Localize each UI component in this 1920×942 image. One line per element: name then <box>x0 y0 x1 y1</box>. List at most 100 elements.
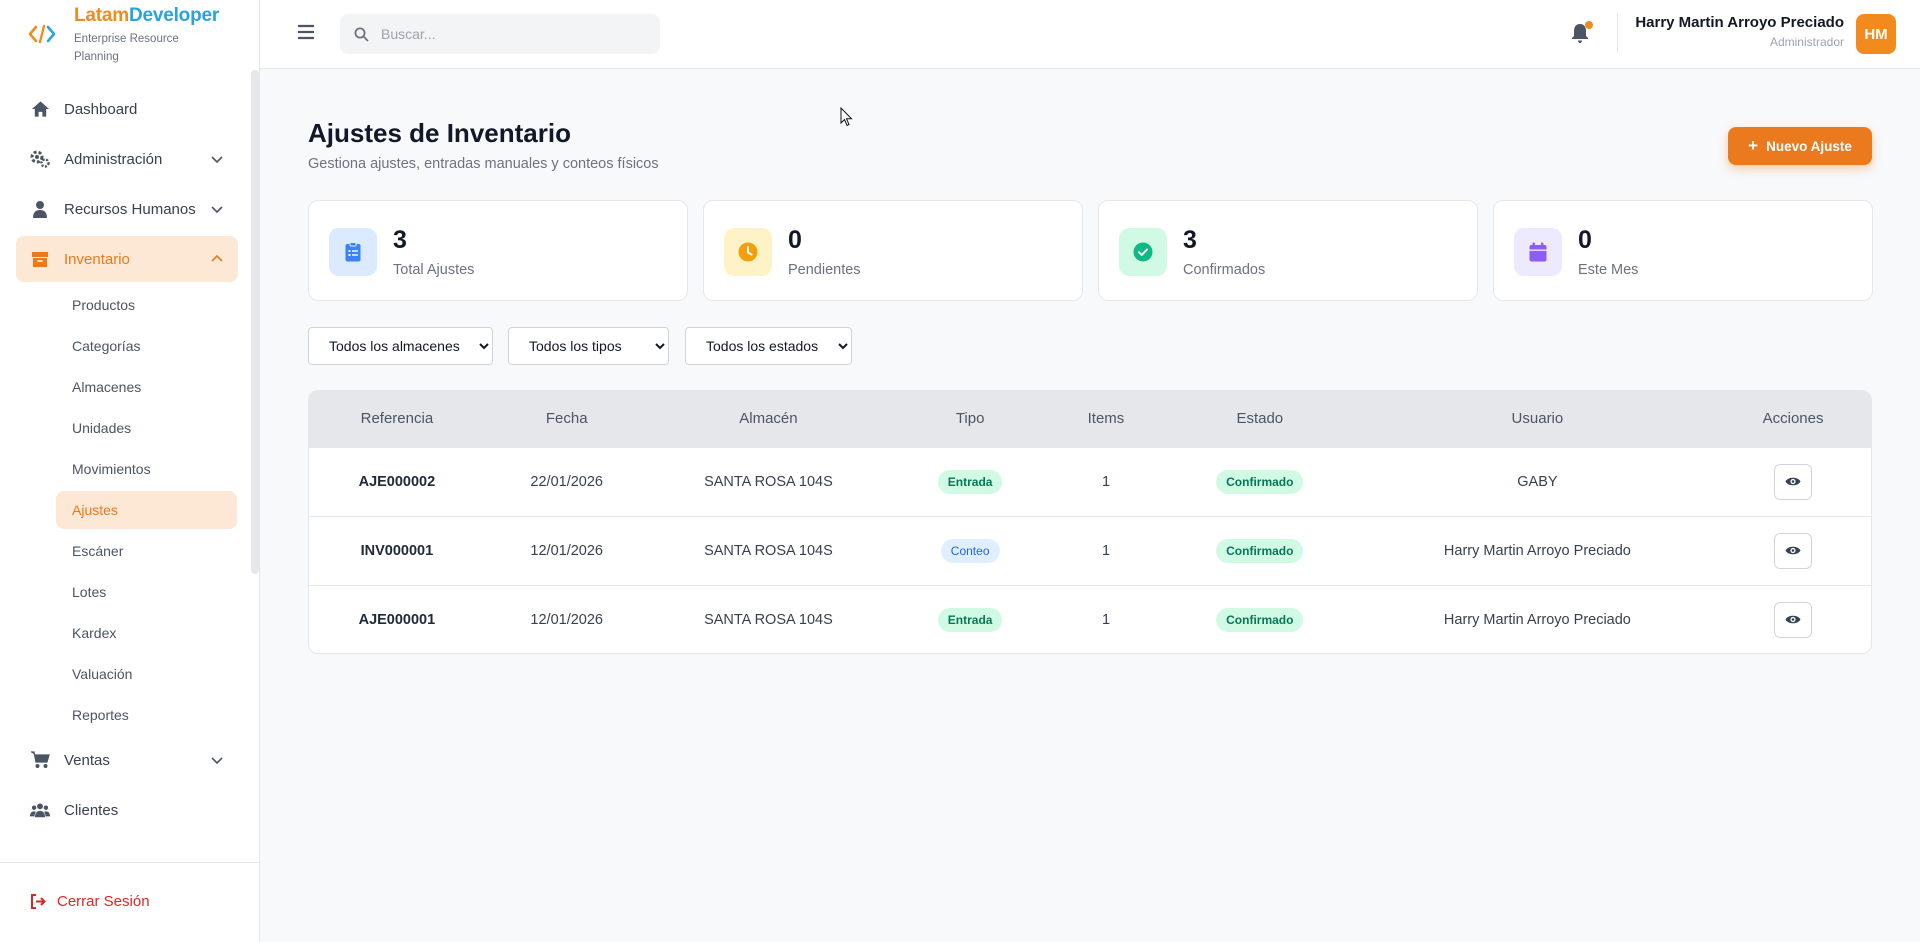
box-icon <box>30 249 50 269</box>
avatar[interactable]: HM <box>1856 14 1896 54</box>
clipboard-list-icon <box>329 228 377 276</box>
type-badge: Entrada <box>937 607 1003 632</box>
status-badge: Confirmado <box>1216 469 1304 494</box>
eye-icon <box>1785 546 1801 555</box>
submenu-item-almacenes[interactable]: Almacenes <box>56 368 237 406</box>
table-header-row: Referencia Fecha Almacén Tipo Items Esta… <box>309 391 1871 447</box>
column-header[interactable]: Items <box>1052 391 1160 447</box>
cell-tipo: Conteo <box>888 516 1052 585</box>
submenu-item-unidades[interactable]: Unidades <box>56 409 237 447</box>
cell-acciones <box>1715 585 1871 653</box>
column-header[interactable]: Fecha <box>485 391 649 447</box>
clock-icon <box>724 228 772 276</box>
cell-almacen: SANTA ROSA 104S <box>704 542 833 559</box>
stat-label: Este Mes <box>1578 262 1639 278</box>
cell-referencia: AJE000001 <box>358 611 436 628</box>
code-logo-icon <box>28 24 56 44</box>
sidebar-item-label: Ventas <box>64 751 110 769</box>
sidebar-item-label: Inventario <box>64 250 130 268</box>
column-header[interactable]: Almacén <box>649 391 889 447</box>
submenu-item-kardex[interactable]: Kardex <box>56 614 237 652</box>
submenu-item-categorias[interactable]: Categorías <box>56 327 237 365</box>
user-role: Administrador <box>1769 35 1844 49</box>
stat-value: 3 <box>393 226 407 254</box>
logout-bar: Cerrar Sesión <box>0 862 259 942</box>
submenu-item-escaner[interactable]: Escáner <box>56 532 237 570</box>
table-row[interactable]: AJE000002 22/01/2026 SANTA ROSA 104S Ent… <box>309 447 1871 516</box>
column-header[interactable]: Estado <box>1160 391 1360 447</box>
users-icon <box>30 800 50 820</box>
cell-items: 1 <box>1101 542 1111 559</box>
stat-card-pendientes: 0 Pendientes <box>703 200 1083 301</box>
filter-almacen-select[interactable]: Todos los almacenes <box>308 327 493 365</box>
sidebar-item-clientes[interactable]: Clientes <box>16 787 238 833</box>
cell-items: 1 <box>1101 473 1111 490</box>
cell-fecha: 22/01/2026 <box>530 473 603 490</box>
calendar-icon <box>1514 228 1562 276</box>
gears-icon <box>30 149 50 169</box>
stat-label: Pendientes <box>788 262 861 278</box>
cell-items: 1 <box>1101 611 1111 628</box>
filter-tipo-select[interactable]: Todos los tipos <box>508 327 669 365</box>
filter-estado-select[interactable]: Todos los estados <box>685 327 852 365</box>
sidebar-item-dashboard[interactable]: Dashboard <box>16 86 238 132</box>
topbar-divider <box>1617 13 1618 53</box>
search-icon <box>354 27 369 42</box>
status-badge: Confirmado <box>1216 607 1304 632</box>
check-circle-icon <box>1119 228 1167 276</box>
notification-dot <box>1585 21 1593 29</box>
table-row[interactable]: INV000001 12/01/2026 SANTA ROSA 104S Con… <box>309 516 1871 585</box>
submenu-item-reportes[interactable]: Reportes <box>56 696 237 734</box>
home-icon <box>30 99 50 119</box>
sidebar-item-label: Recursos Humanos <box>64 200 196 218</box>
topbar: Harry Martin Arroyo Preciado Administrad… <box>260 0 1920 69</box>
stat-card-confirmados: 3 Confirmados <box>1098 200 1478 301</box>
sidebar-item-administracion[interactable]: Administración <box>16 136 238 182</box>
cell-almacen: SANTA ROSA 104S <box>704 473 833 490</box>
table-row[interactable]: AJE000001 12/01/2026 SANTA ROSA 104S Ent… <box>309 585 1871 653</box>
submenu-item-ajustes[interactable]: Ajustes <box>56 491 237 529</box>
user-tie-icon <box>30 199 50 219</box>
column-header[interactable]: Usuario <box>1360 391 1715 447</box>
type-badge: Conteo <box>940 538 1000 563</box>
sidebar-item-inventario[interactable]: Inventario <box>16 236 238 282</box>
column-header[interactable]: Referencia <box>309 391 485 447</box>
cart-icon <box>30 750 50 770</box>
logout-button[interactable]: Cerrar Sesión <box>0 863 259 910</box>
sidebar-item-recursos-humanos[interactable]: Recursos Humanos <box>16 186 238 232</box>
type-badge: Entrada <box>937 469 1003 494</box>
cell-usuario: Harry Martin Arroyo Preciado <box>1443 542 1631 559</box>
chevron-down-icon <box>211 206 223 214</box>
submenu-item-movimientos[interactable]: Movimientos <box>56 450 237 488</box>
sign-out-icon <box>31 894 46 909</box>
search-input[interactable] <box>381 26 641 42</box>
page-subtitle: Gestiona ajustes, entradas manuales y co… <box>308 156 659 172</box>
sidebar-scrollbar[interactable] <box>251 70 259 574</box>
cell-usuario: GABY <box>1517 473 1558 490</box>
cell-fecha: 12/01/2026 <box>530 611 603 628</box>
logout-label: Cerrar Sesión <box>57 893 150 910</box>
submenu-item-valuacion[interactable]: Valuación <box>56 655 237 693</box>
view-button[interactable] <box>1774 601 1813 638</box>
inventario-submenu: Productos Categorías Almacenes Unidades … <box>56 286 238 734</box>
chevron-up-icon <box>211 254 223 262</box>
cell-referencia: INV000001 <box>360 542 434 559</box>
submenu-item-productos[interactable]: Productos <box>56 286 237 324</box>
cell-estado: Confirmado <box>1160 585 1360 653</box>
notifications-button[interactable] <box>1570 20 1594 46</box>
eye-icon <box>1785 477 1801 486</box>
menu-toggle-icon[interactable] <box>296 22 316 42</box>
view-button[interactable] <box>1774 463 1813 500</box>
chevron-down-icon <box>211 757 223 765</box>
brand-name: LatamDeveloper <box>74 5 220 26</box>
brand[interactable]: LatamDeveloper Enterprise Resource Plann… <box>0 0 259 69</box>
view-button[interactable] <box>1774 532 1813 569</box>
column-header[interactable]: Tipo <box>888 391 1052 447</box>
cell-estado: Confirmado <box>1160 447 1360 516</box>
brand-subtitle: Enterprise Resource Planning <box>74 33 179 63</box>
submenu-item-lotes[interactable]: Lotes <box>56 573 237 611</box>
new-adjustment-button[interactable]: + Nuevo Ajuste <box>1728 127 1872 165</box>
sidebar-item-ventas[interactable]: Ventas <box>16 737 238 783</box>
user-info[interactable]: Harry Martin Arroyo Preciado Administrad… <box>1632 14 1844 49</box>
column-header: Acciones <box>1762 410 1824 428</box>
